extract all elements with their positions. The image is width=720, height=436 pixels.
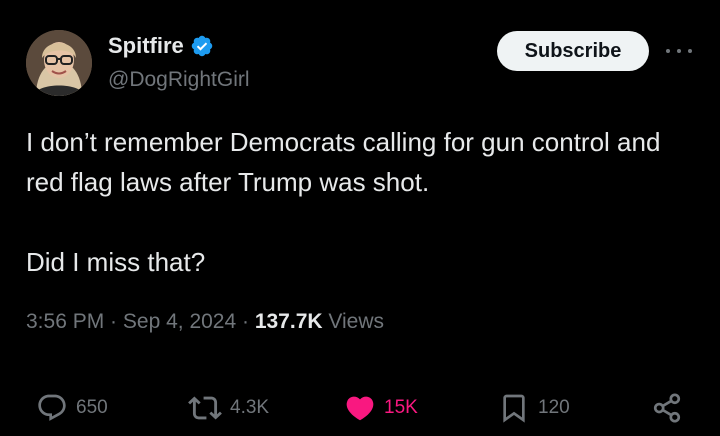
tweet-text: I don’t remember Democrats calling for g…	[26, 122, 696, 282]
reply-count: 650	[76, 397, 108, 418]
reply-button[interactable]: 650	[36, 388, 108, 428]
avatar[interactable]	[26, 30, 92, 96]
like-button[interactable]: 15K	[344, 388, 418, 428]
repost-icon	[188, 396, 222, 420]
more-dot	[688, 49, 692, 53]
repost-button[interactable]: 4.3K	[188, 388, 269, 428]
author-name[interactable]: Spitfire	[108, 33, 184, 59]
share-button[interactable]	[650, 388, 684, 428]
author-name-row[interactable]: Spitfire	[108, 33, 214, 59]
like-count: 15K	[384, 397, 418, 418]
tweet-time[interactable]: 3:56 PM	[26, 310, 104, 333]
meta-separator: ·	[236, 310, 255, 333]
subscribe-button[interactable]: Subscribe	[497, 31, 649, 71]
action-bar: 650 4.3K 15K 120	[0, 388, 720, 428]
views-count: 137.7K	[254, 310, 323, 333]
more-dot	[677, 49, 681, 53]
reply-icon	[38, 394, 66, 421]
tweet-paragraph-1: I don’t remember Democrats calling for g…	[26, 127, 661, 197]
share-icon	[653, 393, 681, 423]
tweet-paragraph-2: Did I miss that?	[26, 247, 206, 277]
meta-separator: ·	[104, 310, 123, 333]
tweet-meta: 3:56 PM · Sep 4, 2024 · 137.7K Views	[26, 310, 384, 334]
avatar-image	[26, 30, 92, 96]
more-dot	[666, 49, 670, 53]
heart-filled-icon	[346, 396, 374, 421]
repost-count: 4.3K	[230, 397, 270, 418]
views-label: Views	[322, 310, 385, 333]
verified-badge-icon	[191, 35, 213, 57]
author-handle[interactable]: @DogRightGirl	[108, 68, 250, 92]
bookmark-button[interactable]: 120	[498, 388, 570, 428]
tweet-date[interactable]: Sep 4, 2024	[123, 310, 236, 333]
bookmark-count: 120	[538, 397, 570, 418]
more-options-icon[interactable]	[666, 41, 692, 61]
bookmark-icon	[503, 394, 525, 423]
